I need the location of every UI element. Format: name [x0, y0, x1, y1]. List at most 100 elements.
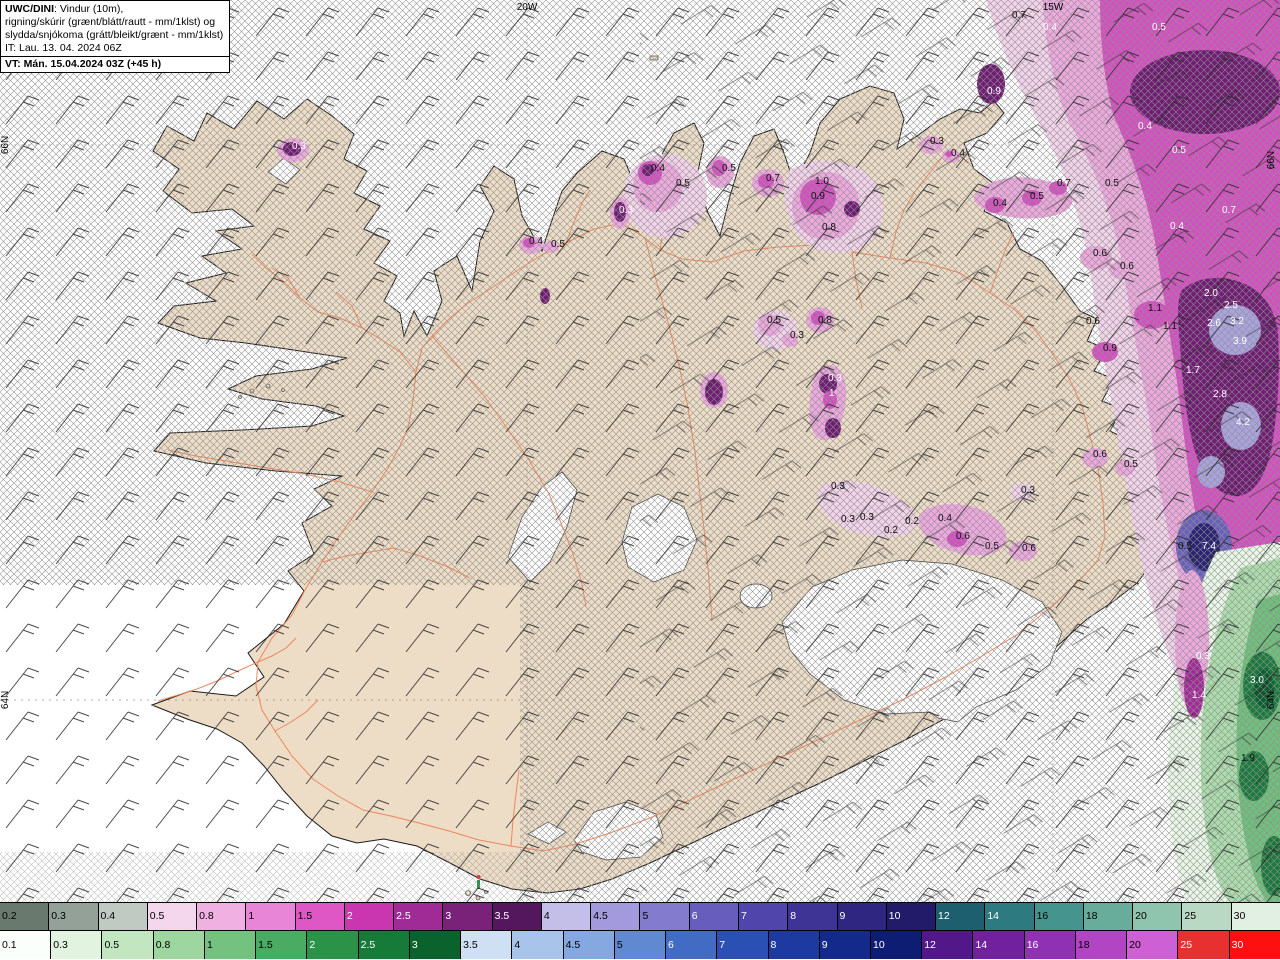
precip-value-label: 0.3	[619, 205, 633, 216]
colorbar-cell-label: 25	[1180, 938, 1193, 951]
colorbar-cell-rain-25: 25	[1178, 931, 1230, 959]
precip-value-label: 0.4	[651, 163, 665, 174]
colorbar-cell-snow-12: 12	[936, 903, 986, 930]
colorbar-cell-snow-0.4: 0.4	[98, 903, 148, 930]
colorbar-cell-label: 0.5	[104, 938, 120, 951]
colorbar-cell-snow-3.5: 3.5	[492, 903, 542, 930]
precip-value-label: 0.7	[1222, 205, 1236, 216]
colorbar-cell-label: 6	[691, 910, 698, 923]
colorbar-row-snow: 0.2 0.3 0.4 0.5 0.8 1 1.5 2 2.5 3 3.5 4 4.5 5 6 7 8 9 10 12…	[0, 903, 1280, 931]
colorbar-cell-label: 8	[790, 910, 797, 923]
precip-value-label: 3.0	[1250, 675, 1264, 686]
precip-value-label: 0.3	[841, 514, 855, 525]
colorbar-cell-label: 14	[987, 910, 999, 923]
colorbar-cell-label: 10	[872, 938, 885, 951]
graticule-label: 20W	[517, 2, 538, 13]
title-box: UWC/DINI: Vindur (10m), rigning/skúrir (…	[0, 0, 231, 73]
precip-value-label: 0.9	[987, 86, 1001, 97]
legend-colorbars: 0.2 0.3 0.4 0.5 0.8 1 1.5 2 2.5 3 3.5 4 4.5 5 6 7 8 9 10 12…	[0, 902, 1280, 960]
colorbar-cell-rain-3: 3	[409, 931, 462, 959]
model-variable: : Vindur (10m),	[54, 3, 124, 15]
precip-value-label: 1.1	[1148, 303, 1162, 314]
colorbar-cell-label: 4.5	[593, 910, 608, 923]
precip-value-label: 0.8	[822, 222, 836, 233]
precip-value-label: 0.5	[1030, 191, 1044, 202]
title-line-snow: slydda/snjókoma (grátt/bleikt/grænt - mm…	[5, 29, 224, 41]
precip-value-label: 0.3	[930, 136, 944, 147]
colorbar-cell-snow-5: 5	[640, 903, 690, 930]
colorbar-cell-rain-14: 14	[973, 931, 1025, 959]
graticule-label: 15W	[1043, 2, 1064, 13]
title-line-model: UWC/DINI: Vindur (10m),	[5, 3, 223, 16]
colorbar-cell-label: 3.5	[494, 910, 510, 923]
precip-value-label: 0.4	[993, 198, 1007, 209]
colorbar-cell-snow-0.2: 0.2	[0, 903, 50, 930]
colorbar-cell-snow-25: 25	[1182, 903, 1232, 930]
colorbar-cell-label: 18	[1077, 938, 1090, 951]
precip-value-label: 0.9	[1103, 343, 1117, 354]
precip-value-label: 0.7	[1057, 178, 1071, 189]
colorbar-cell-label: 16	[1026, 938, 1039, 951]
precip-value-label: 1	[829, 388, 835, 399]
colorbar-cell-snow-10: 10	[886, 903, 937, 930]
colorbar-cell-rain-1.5: 1.5	[256, 931, 308, 959]
colorbar-cell-snow-14: 14	[985, 903, 1035, 930]
colorbar-cell-label: 6	[668, 938, 674, 951]
colorbar-cell-rain-18: 18	[1075, 931, 1128, 959]
colorbar-cell-snow-4.5: 4.5	[591, 903, 641, 930]
precip-value-label: 3.2	[1230, 316, 1244, 327]
colorbar-cell-label: 0.4	[100, 910, 116, 923]
precip-value-label: 0.3	[292, 141, 306, 152]
precip-value-label: 0.3	[860, 512, 874, 523]
wind-barbs-layer	[0, 0, 1280, 903]
colorbar-cell-rain-0.3: 0.3	[51, 931, 103, 959]
colorbar-cell-label: 7	[740, 910, 747, 923]
colorbar-cell-label: 30	[1231, 938, 1244, 951]
init-time: IT: Lau. 13. 04. 2024 06Z	[5, 42, 122, 54]
colorbar-cell-label: 30	[1233, 910, 1246, 923]
colorbar-cell-label: 0.1	[2, 938, 17, 951]
precip-value-label: 0.5	[767, 315, 781, 326]
colorbar-cell-snow-1: 1	[246, 903, 296, 930]
colorbar-cell-label: 8	[770, 938, 777, 951]
colorbar-cell-label: 7	[719, 938, 726, 951]
colorbar-cell-label: 1.5	[297, 910, 313, 923]
colorbar-cell-snow-9: 9	[837, 903, 887, 930]
colorbar-cell-label: 0.8	[155, 938, 171, 951]
colorbar-row-rain: 0.1 0.3 0.5 0.8 1 1.5 2 2.5 3 3.5 4 4.5 5 6 7 8 9 10 12 14 1…	[0, 931, 1280, 959]
graticule-label: 64N	[1266, 691, 1277, 709]
colorbar-cell-snow-1.5: 1.5	[295, 903, 345, 930]
precip-value-label: 0.8	[818, 315, 832, 326]
precip-value-label: 1.4	[1192, 690, 1206, 701]
colorbar-cell-rain-7: 7	[717, 931, 769, 959]
precip-value-label: 0.5	[1105, 178, 1119, 189]
colorbar-cell-snow-16: 16	[1034, 903, 1084, 930]
colorbar-cell-label: 18	[1085, 910, 1098, 923]
precip-value-label: 2.0	[1204, 288, 1218, 299]
colorbar-cell-snow-30: 30	[1231, 903, 1280, 930]
colorbar-cell-rain-20: 20	[1127, 931, 1179, 959]
colorbar-cell-snow-0.5: 0.5	[147, 903, 198, 930]
colorbar-cell-snow-2: 2	[344, 903, 395, 930]
precip-value-label: 0.2	[905, 516, 919, 527]
precip-value-label: 0.3	[831, 481, 845, 492]
precip-value-label: 2.6	[1207, 318, 1221, 329]
precip-value-label: 0.4	[1170, 221, 1184, 232]
colorbar-cell-rain-0.1: 0.1	[0, 931, 52, 959]
graticule-label: 66N	[0, 136, 11, 154]
precip-value-label: 4.2	[1236, 417, 1250, 428]
colorbar-cell-snow-7: 7	[738, 903, 789, 930]
precip-value-label: 1.1	[1163, 321, 1177, 332]
colorbar-cell-rain-8: 8	[768, 931, 820, 959]
colorbar-cell-label: 5	[616, 938, 623, 951]
model-name: UWC/DINI	[5, 3, 54, 15]
colorbar-cell-label: 0.3	[53, 938, 68, 951]
precip-value-label: 0.4	[529, 236, 543, 247]
colorbar-cell-rain-12: 12	[922, 931, 974, 959]
colorbar-cell-rain-30: 30	[1229, 931, 1280, 959]
colorbar-cell-rain-6: 6	[666, 931, 718, 959]
weather-map: 0.4 0.5 0.5 0.7 1.0 0.9 0.8 0.3 0.3 0.4 0.5 0.3 0.4 0…	[0, 0, 1280, 903]
precip-value-label: 0.7	[766, 173, 780, 184]
colorbar-cell-rain-4.5: 4.5	[563, 931, 615, 959]
graticule-label: 66N	[1266, 151, 1277, 169]
